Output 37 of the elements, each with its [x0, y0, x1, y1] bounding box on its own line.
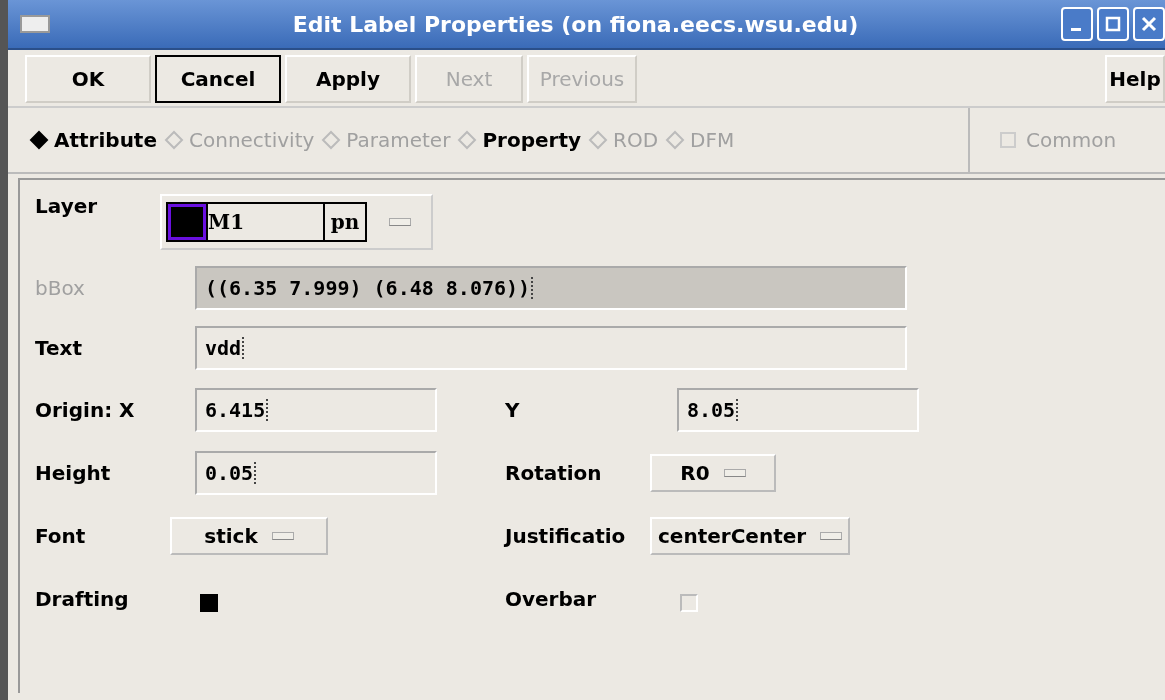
checkbox[interactable] [680, 593, 698, 612]
layer-name: M1 [206, 204, 325, 240]
field-label: Text [35, 336, 83, 360]
input-field[interactable]: 0.05 [195, 450, 437, 495]
field-label: Height [35, 460, 112, 485]
dropdown-icon [389, 218, 411, 226]
dialog-button[interactable]: Cancel [155, 55, 281, 103]
field-label: Font [35, 523, 87, 548]
layer-selector[interactable]: M1 pn [160, 194, 433, 250]
help-button[interactable]: Help [1105, 55, 1165, 103]
dropdown[interactable]: stick [170, 516, 328, 555]
dropdown[interactable]: centerCenter [650, 516, 851, 555]
window-title: Edit Label Properties (on fiona.eecs.wsu.edu) [291, 11, 860, 37]
dialog-button[interactable]: Apply [285, 55, 411, 103]
field-label: Justificatio [505, 523, 627, 548]
radio-button[interactable] [28, 129, 50, 151]
maximize-icon[interactable] [1097, 7, 1129, 41]
input-field[interactable]: vdd [195, 326, 907, 370]
field-label: Y [505, 397, 521, 422]
window-menu-icon[interactable] [20, 15, 50, 33]
dropdown[interactable]: R0 [650, 453, 776, 492]
field-label: Layer [35, 194, 99, 218]
input-field[interactable]: 6.415 [195, 387, 437, 432]
radio-label[interactable]: Property [482, 128, 581, 152]
minimize-icon[interactable] [1061, 7, 1093, 41]
dialog-button[interactable]: OK [25, 55, 151, 103]
field-label: Overbar [505, 586, 598, 611]
checkbox[interactable] [200, 593, 218, 612]
close-icon[interactable] [1133, 7, 1165, 41]
field-label: bBox [35, 276, 86, 300]
field-label: Drafting [35, 586, 130, 611]
input-field[interactable]: 8.05 [677, 387, 919, 432]
radio-button[interactable] [456, 129, 479, 151]
field-label: Origin: X [35, 397, 136, 422]
layer-purpose: pn [329, 209, 361, 236]
radio-label[interactable]: Attribute [54, 128, 157, 152]
field-label: Rotation [505, 460, 603, 485]
